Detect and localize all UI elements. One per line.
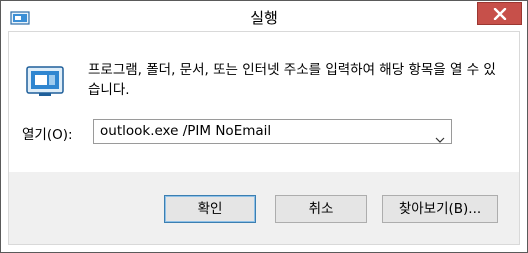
cancel-button[interactable]: 취소	[275, 195, 367, 223]
title-bar: 실행	[1, 1, 527, 31]
open-combobox-value[interactable]: outlook.exe /PIM NoEmail	[100, 123, 271, 139]
browse-button[interactable]: 찾아보기(B)...	[382, 195, 498, 223]
open-combobox[interactable]: outlook.exe /PIM NoEmail	[93, 119, 452, 144]
description-text: 프로그램, 폴더, 문서, 또는 인터넷 주소를 입력하여 해당 항목을 열 수…	[88, 62, 496, 98]
open-label: 열기(O):	[22, 127, 73, 143]
run-dialog: 실행 프로그램, 폴더, 문서, 또는 인터넷 주소를 입력하여 해당 항목을 …	[0, 0, 528, 253]
window-title: 실행	[250, 9, 278, 27]
dialog-body: 프로그램, 폴더, 문서, 또는 인터넷 주소를 입력하여 해당 항목을 열 수…	[8, 31, 520, 245]
close-button[interactable]	[477, 2, 522, 25]
chevron-down-icon[interactable]	[435, 128, 445, 147]
ok-button[interactable]: 확인	[164, 195, 256, 223]
close-icon	[493, 8, 507, 20]
run-icon	[25, 63, 65, 99]
